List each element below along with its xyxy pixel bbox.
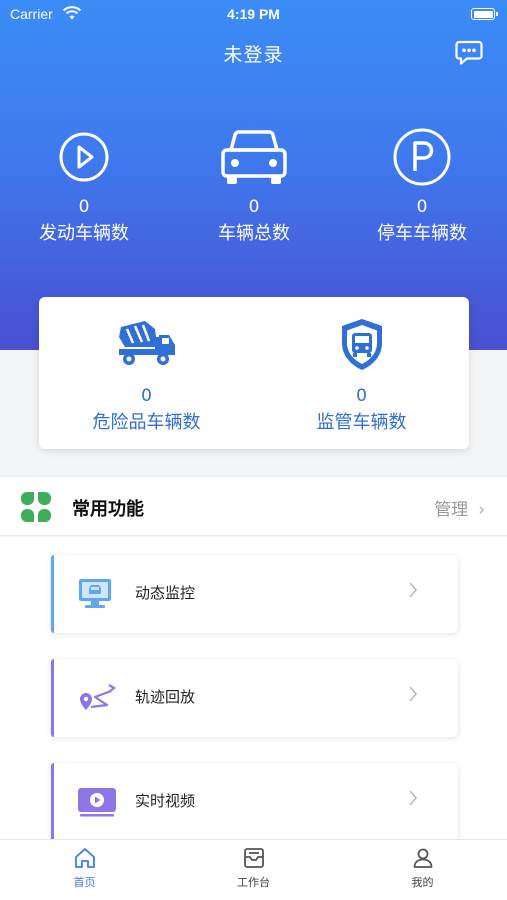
monitor-icon [79, 579, 111, 608]
manage-label: 管理 [434, 500, 469, 520]
shield-bus-icon [341, 319, 382, 370]
car-icon [221, 130, 287, 184]
stat-label: 车辆总数 [218, 223, 290, 244]
function-item-track[interactable]: 轨迹回放 [51, 659, 458, 737]
function-label: 实时视频 [135, 792, 196, 810]
stat-engine-on[interactable]: 0 发动车辆数 [9, 126, 159, 246]
tab-profile[interactable]: 我的 [338, 846, 507, 890]
clover-icon [21, 492, 51, 522]
clock: 4:19 PM [227, 6, 280, 22]
tab-bar: 首页 工作台 我的 [0, 839, 507, 900]
message-icon[interactable] [455, 40, 483, 66]
tab-label: 我的 [411, 876, 434, 889]
tab-home[interactable]: 首页 [0, 846, 169, 890]
status-bar: Carrier 4:19 PM [0, 0, 507, 30]
mixer-truck-icon [118, 321, 175, 365]
stat-label: 危险品车辆数 [92, 412, 201, 433]
stat-label: 发动车辆数 [39, 223, 129, 244]
stat-value: 0 [248, 197, 260, 217]
user-icon [413, 848, 432, 868]
function-item-video[interactable]: 实时视频 [51, 763, 458, 839]
section-header: 常用功能 管理 › [0, 476, 507, 536]
stat-supervised[interactable]: 0 监管车辆数 [254, 317, 469, 435]
route-icon [80, 684, 116, 710]
tab-label: 首页 [73, 876, 96, 889]
accent-bar [51, 555, 54, 633]
parking-icon [393, 128, 451, 186]
accent-bar [51, 763, 54, 839]
manage-button[interactable]: 管理 › [434, 495, 485, 520]
stat-parked[interactable]: 0 停车车辆数 [347, 126, 497, 246]
stat-value: 0 [78, 197, 90, 217]
accent-bar [51, 659, 54, 737]
function-label: 轨迹回放 [135, 688, 196, 706]
stat-label: 监管车辆数 [316, 412, 407, 433]
stat-value: 0 [141, 386, 152, 406]
battery-icon [471, 8, 498, 20]
video-icon [78, 788, 116, 817]
stat-label: 停车车辆数 [377, 223, 467, 244]
tab-label: 工作台 [237, 876, 270, 889]
page-title: 未登录 [223, 44, 284, 66]
play-circle-icon [59, 132, 109, 182]
stat-total[interactable]: 0 车辆总数 [179, 126, 329, 246]
summary-card: 0 危险品车辆数 0 监管车辆数 [39, 297, 469, 449]
function-list: 动态监控 轨迹回放 实时视频 [0, 537, 507, 839]
chevron-right-icon: › [478, 500, 485, 520]
home-icon [74, 848, 95, 868]
stat-dangerous-goods[interactable]: 0 危险品车辆数 [39, 317, 254, 435]
function-item-monitor[interactable]: 动态监控 [51, 555, 458, 633]
chevron-right-icon [409, 790, 418, 806]
chevron-right-icon [409, 686, 418, 702]
workbench-icon [243, 848, 264, 868]
section-title: 常用功能 [72, 499, 144, 520]
tab-workbench[interactable]: 工作台 [169, 846, 338, 890]
function-label: 动态监控 [135, 584, 196, 602]
stat-value: 0 [416, 197, 428, 217]
chevron-right-icon [409, 582, 418, 598]
stat-value: 0 [356, 386, 367, 406]
